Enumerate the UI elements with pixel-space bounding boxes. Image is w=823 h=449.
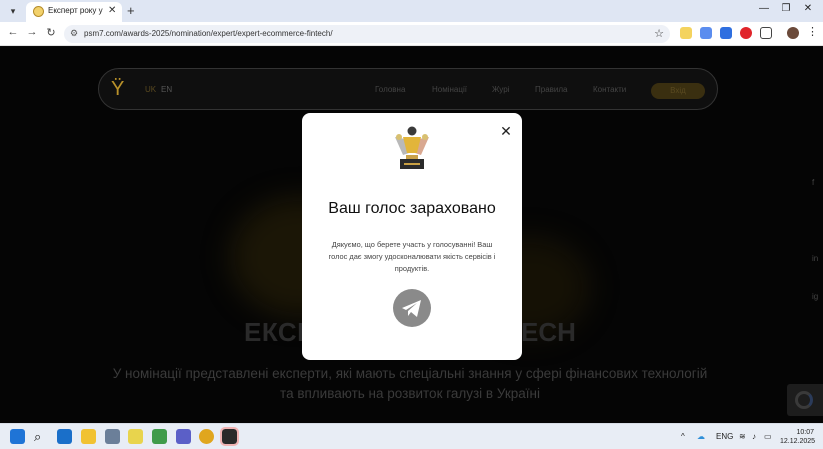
lang-uk[interactable]: UK — [145, 85, 156, 94]
nav-link-home[interactable]: Головна — [375, 85, 405, 94]
browser-tab-bar: ▾ Експерт року у FinT ✕ + — ❐ ✕ — [0, 0, 823, 22]
hero-title-right: ECH — [521, 317, 576, 347]
telegram-icon — [402, 300, 421, 317]
lang-en[interactable]: EN — [161, 85, 172, 94]
teams-icon[interactable] — [176, 429, 191, 444]
address-bar[interactable]: ⚙ psm7.com/awards-2025/nomination/expert… — [64, 25, 670, 43]
telegram-button[interactable] — [393, 289, 431, 327]
window-close-icon[interactable]: ✕ — [800, 3, 816, 14]
browser-tab[interactable]: Експерт року у FinT ✕ — [26, 2, 122, 22]
back-icon[interactable]: ← — [6, 26, 20, 38]
site-navbar: Ÿ UK EN Головна Номінації Журі Правила К… — [98, 68, 718, 110]
forward-icon[interactable]: → — [25, 26, 39, 38]
modal-close-icon[interactable]: ✕ — [499, 123, 513, 140]
file-explorer-icon[interactable] — [81, 429, 96, 444]
reload-icon[interactable]: ↻ — [44, 26, 58, 39]
input-language[interactable]: ENG — [716, 432, 733, 441]
nav-link-nominations[interactable]: Номінації — [432, 85, 467, 94]
modal-message: Дякуємо, що берете участь у голосуванні!… — [328, 240, 496, 273]
battery-icon[interactable]: ▭ — [764, 432, 772, 441]
clock[interactable]: 10:07 12.12.2025 — [780, 428, 816, 446]
recaptcha-icon — [795, 391, 813, 409]
browser-toolbar: ← → ↻ ⚙ psm7.com/awards-2025/nomination/… — [0, 22, 823, 46]
new-tab-icon[interactable]: + — [127, 3, 135, 18]
bookmark-star-icon[interactable]: ☆ — [654, 27, 664, 40]
app-icon[interactable] — [105, 429, 120, 444]
nav-link-jury[interactable]: Журі — [492, 85, 509, 94]
site-favicon-icon — [33, 6, 44, 17]
chrome-icon[interactable] — [199, 429, 214, 444]
restore-icon[interactable]: ❐ — [778, 3, 794, 14]
tab-title: Експерт року у FinT — [48, 6, 104, 15]
windows-taskbar: ⌕ ^ ☁ ENG ≋ ♪ ▭ 10:07 12.12.2025 — [0, 423, 823, 449]
tray-chevron-icon[interactable]: ^ — [681, 432, 685, 441]
hero-description: У номінації представлені експерти, які м… — [112, 366, 708, 401]
ext-2-icon[interactable] — [700, 27, 712, 39]
linkedin-icon[interactable]: in — [812, 254, 818, 263]
volume-icon[interactable]: ♪ — [752, 432, 756, 441]
site-info-icon[interactable]: ⚙ — [70, 28, 78, 39]
ext-1-icon[interactable] — [680, 27, 692, 39]
app-icon[interactable] — [152, 429, 167, 444]
facebook-icon[interactable]: f — [812, 178, 814, 187]
minimize-icon[interactable]: — — [756, 3, 772, 14]
recaptcha-badge[interactable] — [787, 384, 823, 416]
clock-date: 12.12.2025 — [780, 438, 816, 445]
search-icon[interactable]: ⌕ — [34, 429, 49, 444]
browser-menu-icon[interactable]: ⋮ — [807, 25, 818, 38]
clock-time: 10:07 — [796, 429, 814, 436]
translate-icon[interactable] — [720, 27, 732, 39]
nav-link-contacts[interactable]: Контакти — [593, 85, 626, 94]
instagram-icon[interactable]: ig — [812, 292, 818, 301]
nav-link-rules[interactable]: Правила — [535, 85, 567, 94]
trophy-icon — [395, 126, 429, 169]
url-text[interactable]: psm7.com/awards-2025/nomination/expert/e… — [84, 29, 333, 38]
modal-title: Ваш голос зараховано — [328, 200, 496, 217]
extensions-puzzle-icon[interactable] — [760, 27, 772, 39]
tab-list-chevron-icon[interactable]: ▾ — [6, 4, 20, 18]
opera-icon[interactable] — [740, 27, 752, 39]
login-button[interactable]: Вхід — [651, 83, 705, 99]
profile-avatar[interactable] — [787, 27, 799, 39]
onedrive-icon[interactable]: ☁ — [697, 432, 705, 441]
site-logo-icon[interactable]: Ÿ — [111, 77, 131, 101]
wifi-icon[interactable]: ≋ — [739, 432, 746, 441]
vote-confirmation-modal: ✕ Ваш голос зараховано Дякуємо, що берет… — [302, 113, 522, 360]
app-icon[interactable] — [220, 427, 239, 446]
windows-start-icon[interactable] — [10, 429, 25, 444]
app-icon[interactable] — [128, 429, 143, 444]
tab-close-icon[interactable]: ✕ — [108, 5, 116, 16]
outlook-icon[interactable] — [57, 429, 72, 444]
